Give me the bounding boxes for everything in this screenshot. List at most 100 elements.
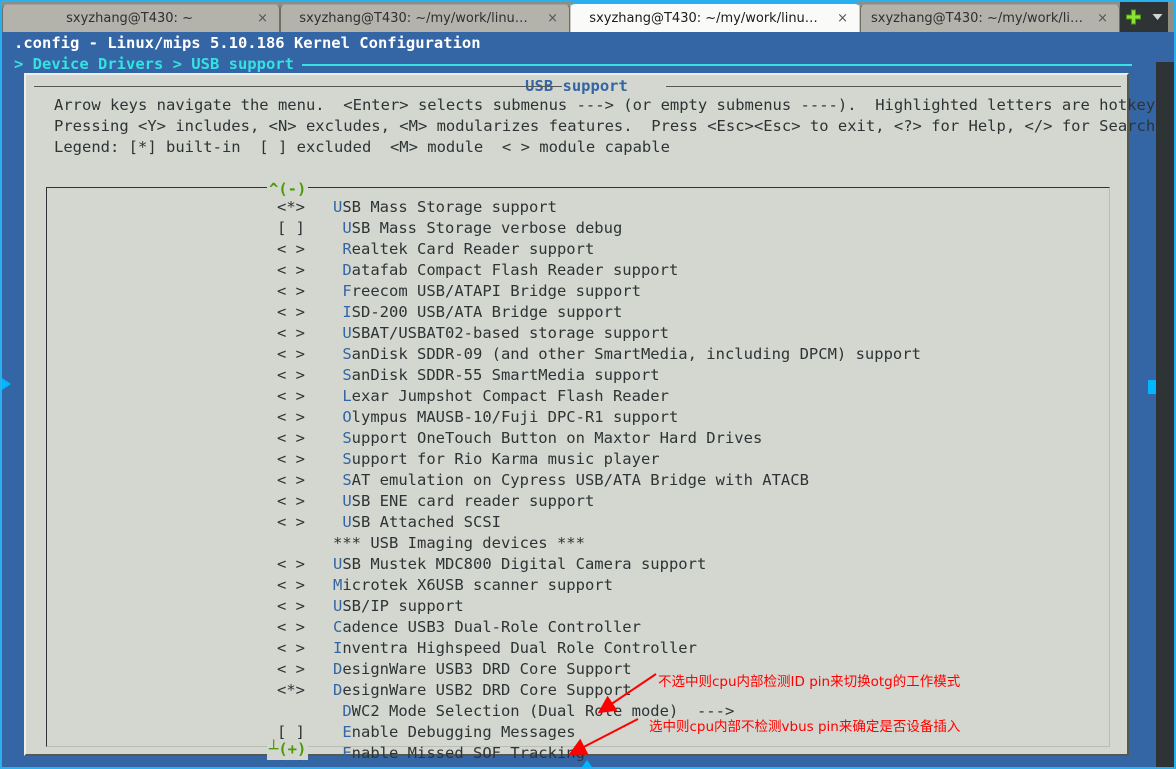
scroll-up-indicator[interactable]: ^(-) (267, 179, 309, 200)
menu-item-indent (305, 702, 342, 720)
menu-item-indent (305, 744, 342, 762)
menu-item-indent (305, 618, 333, 636)
menu-item-label: DesignWare USB3 DRD Core Support (333, 660, 632, 678)
menu-item[interactable]: *** USB Imaging devices *** (47, 533, 1109, 554)
menu-item-hotkey: U (342, 219, 352, 237)
menu-item-mark (277, 702, 305, 720)
menu-item-hotkey: S (342, 366, 352, 384)
menu-item-label: Inventra Highspeed Dual Role Controller (333, 639, 697, 657)
close-icon[interactable]: × (252, 12, 273, 25)
menu-item-label: Olympus MAUSB-10/Fuji DPC-R1 support (342, 408, 679, 426)
close-icon[interactable]: × (542, 12, 563, 25)
menu-item-mark: < > (277, 303, 305, 321)
menu-item[interactable]: < > USB/IP support (47, 596, 1109, 617)
menuconfig-config-title: .config - Linux/mips 5.10.186 Kernel Con… (14, 34, 481, 52)
menu-item-label: USBAT/USBAT02-based storage support (342, 324, 669, 342)
menu-item[interactable]: < > Microtek X6USB scanner support (47, 575, 1109, 596)
menu-item-label: Realtek Card Reader support (342, 240, 595, 258)
annotation-text-1: 不选中则cpu内部检测ID pin来切换otg的工作模式 (658, 674, 961, 690)
menu-item-mark: [ ] (277, 765, 305, 767)
menu-item-mark: [ ] (277, 219, 305, 237)
menu-item-hotkey: D (333, 660, 343, 678)
menu-item-mark: < > (277, 492, 305, 510)
tab-list-chevron-down-icon[interactable] (1146, 2, 1168, 32)
menu-item-hotkey: D (342, 702, 352, 720)
menu-item-hotkey: E (342, 723, 352, 741)
menu-item-label: *** USB Imaging devices *** (333, 534, 585, 552)
menu-item[interactable]: < > Datafab Compact Flash Reader support (47, 260, 1109, 281)
terminal-tab-1[interactable]: sxyzhang@T430: ~ × (2, 4, 280, 32)
menu-item[interactable]: < > Cadence USB3 Dual-Role Controller (47, 617, 1109, 638)
menu-item-indent (305, 576, 333, 594)
terminal-window: sxyzhang@T430: ~ × sxyzhang@T430: ~/my/w… (0, 0, 1176, 769)
menu-item[interactable]: < > ISD-200 USB/ATA Bridge support (47, 302, 1109, 323)
menu-item-mark: < > (277, 639, 305, 657)
terminal-tab-2[interactable]: sxyzhang@T430: ~/my/work/linu… × (280, 4, 570, 32)
menu-item-hotkey: U (342, 492, 352, 510)
menu-item-indent (305, 723, 342, 741)
menu-item-hotkey: U (333, 555, 343, 573)
menu-item-label: USB/IP support (333, 597, 464, 615)
menu-item-indent (305, 492, 342, 510)
help-text-line-3: Legend: [*] built-in [ ] excluded <M> mo… (54, 138, 670, 156)
menu-item-label: USB ENE card reader support (342, 492, 595, 510)
menu-item-mark: < > (277, 450, 305, 468)
menu-item-hotkey: D (333, 681, 343, 699)
menu-item[interactable]: < > USB ENE card reader support (47, 491, 1109, 512)
menu-item-label: USB Mustek MDC800 Digital Camera support (333, 555, 707, 573)
menu-item-hotkey: F (342, 765, 351, 767)
menu-item[interactable]: < > Lexar Jumpshot Compact Flash Reader (47, 386, 1109, 407)
menu-item-label: Force full speed mode for OTG (342, 765, 613, 767)
right-edge-marker-icon (1148, 380, 1156, 394)
terminal-tab-3-active[interactable]: sxyzhang@T430: ~/my/work/linu… × (570, 2, 860, 32)
menu-item[interactable]: < > Realtek Card Reader support (47, 239, 1109, 260)
menu-item[interactable]: <*> USB Mass Storage support (47, 197, 1109, 218)
menu-item[interactable]: < > Freecom USB/ATAPI Bridge support (47, 281, 1109, 302)
tab-bar: sxyzhang@T430: ~ × sxyzhang@T430: ~/my/w… (2, 2, 1174, 32)
menu-item-mark: < > (277, 429, 305, 447)
menu-item[interactable]: < > SanDisk SDDR-09 (and other SmartMedi… (47, 344, 1109, 365)
menu-item[interactable]: < > Support for Rio Karma music player (47, 449, 1109, 470)
menu-item[interactable]: [ ] Force full speed mode for OTG (47, 764, 1109, 767)
menu-item[interactable]: < > USBAT/USBAT02-based storage support (47, 323, 1109, 344)
scroll-down-indicator[interactable]: ┴(+) (267, 739, 309, 760)
menu-item-hotkey: O (342, 408, 352, 426)
menu-item-label: SanDisk SDDR-09 (and other SmartMedia, i… (342, 345, 921, 363)
menu-item-hotkey: I (333, 639, 343, 657)
menu-item[interactable]: < > Support OneTouch Button on Maxtor Ha… (47, 428, 1109, 449)
menu-item[interactable]: [ ] USB Mass Storage verbose debug (47, 218, 1109, 239)
terminal-scrollbar[interactable] (1156, 62, 1174, 767)
menu-item[interactable]: < > USB Attached SCSI (47, 512, 1109, 533)
menu-item[interactable]: < > SanDisk SDDR-55 SmartMedia support (47, 365, 1109, 386)
menu-item-indent (305, 261, 342, 279)
help-text-line-1: Arrow keys navigate the menu. <Enter> se… (54, 96, 1174, 114)
menu-item-hotkey: S (342, 345, 352, 363)
menu-item-label: USB Mass Storage verbose debug (342, 219, 623, 237)
menu-item[interactable]: < > USB Mustek MDC800 Digital Camera sup… (47, 554, 1109, 575)
annotation-arrow-2 (568, 718, 639, 755)
menu-item[interactable]: < > SAT emulation on Cypress USB/ATA Bri… (47, 470, 1109, 491)
menu-item-mark (277, 534, 305, 552)
terminal-tab-4[interactable]: sxyzhang@T430: ~/my/work/linu… × (860, 4, 1120, 32)
menu-item-mark: < > (277, 282, 305, 300)
menu-item-indent (305, 450, 342, 468)
menu-item[interactable]: < > Olympus MAUSB-10/Fuji DPC-R1 support (47, 407, 1109, 428)
menu-item-indent (305, 660, 333, 678)
menu-item-label: Lexar Jumpshot Compact Flash Reader (342, 387, 669, 405)
menu-item[interactable]: < > Inventra Highspeed Dual Role Control… (47, 638, 1109, 659)
menu-item-label: USB Mass Storage support (333, 198, 557, 216)
terminal-screen[interactable]: .config - Linux/mips 5.10.186 Kernel Con… (2, 32, 1174, 767)
menu-item-hotkey: U (333, 198, 343, 216)
menu-item-hotkey: R (342, 240, 352, 258)
menu-item-indent (305, 282, 342, 300)
new-tab-plus-icon[interactable] (1120, 2, 1146, 32)
menu-item-hotkey: I (342, 303, 352, 321)
menu-item-hotkey: L (342, 387, 352, 405)
menu-item-label: Datafab Compact Flash Reader support (342, 261, 679, 279)
close-icon[interactable]: × (1092, 12, 1113, 25)
menu-item-indent (305, 639, 333, 657)
close-icon[interactable]: × (832, 12, 853, 25)
menu-list-box[interactable]: <*> USB Mass Storage support[ ] USB Mass… (46, 187, 1110, 767)
menu-item-mark: < > (277, 555, 305, 573)
help-text-line-2: Pressing <Y> includes, <N> excludes, <M>… (54, 117, 1165, 135)
